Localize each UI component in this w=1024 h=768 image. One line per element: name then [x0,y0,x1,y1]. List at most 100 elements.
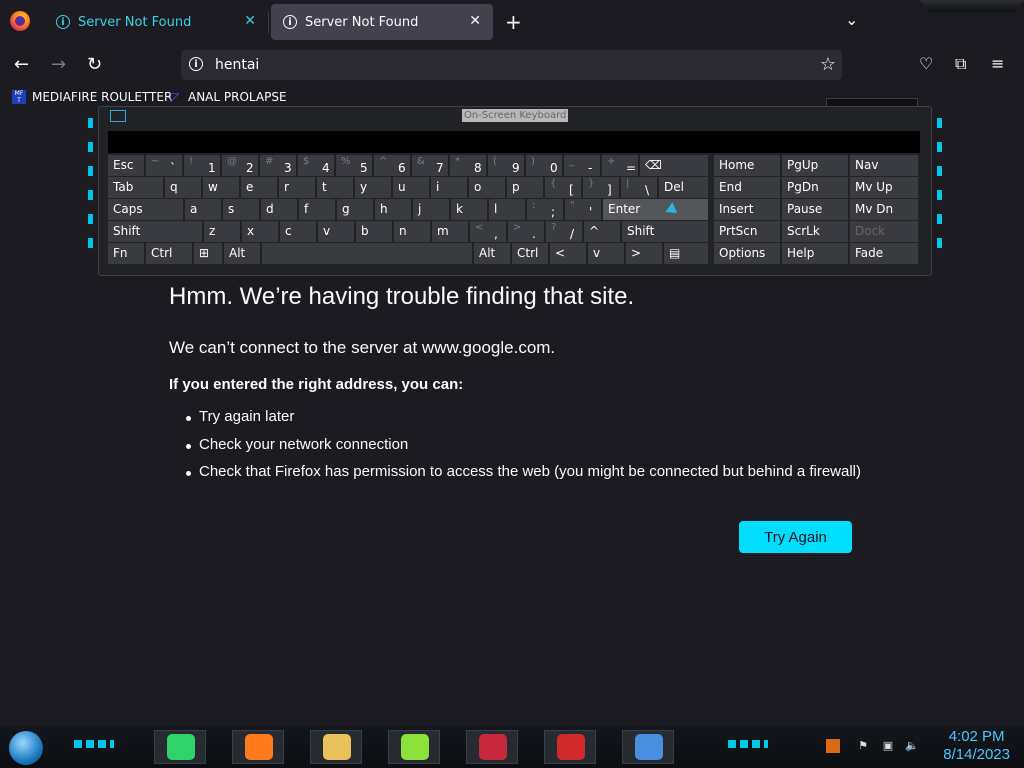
osk-key-mv-up[interactable]: Mv Up [850,177,918,198]
osk-key-c[interactable]: c [280,221,316,242]
reload-icon[interactable]: ↻ [87,54,102,75]
osk-key-4[interactable]: $4 [298,155,334,176]
osk-key-mv-dn[interactable]: Mv Dn [850,199,918,220]
taskbar-app-lime-app[interactable] [388,730,440,764]
osk-key-fade[interactable]: Fade [850,243,918,264]
osk-key-esc[interactable]: Esc [108,155,144,176]
chevron-down-icon[interactable]: ⌄ [845,10,858,29]
osk-key-pgup[interactable]: PgUp [782,155,848,176]
osk-key-enter[interactable]: Enter [603,199,708,220]
osk-key-k[interactable]: k [451,199,487,220]
osk-key-2f[interactable]: ? / [546,221,582,242]
osk-key-options[interactable]: Options [714,243,780,264]
osk-key-del[interactable]: Del [659,177,708,198]
extensions-icon[interactable]: ⧉ [955,54,966,74]
osk-key-pause[interactable]: Pause [782,199,848,220]
osk-key-m[interactable]: m [432,221,468,242]
osk-key-e[interactable]: e [241,177,277,198]
osk-key-h[interactable]: h [375,199,411,220]
osk-key-1[interactable]: ! 1 [184,155,220,176]
osk-key-l[interactable]: l [489,199,525,220]
tray-app-icon[interactable] [826,739,840,753]
osk-key-5b[interactable]: {[ [545,177,581,198]
osk-key-5d[interactable]: }] [583,177,619,198]
clock[interactable]: 4:02 PM 8/14/2023 [943,728,1010,764]
osk-key-a[interactable]: a [185,199,221,220]
url-bar[interactable]: i hentai ☆ [181,50,842,80]
osk-key-y[interactable]: y [355,177,391,198]
osk-title[interactable]: On-Screen Keyboard [462,109,569,122]
osk-key-w[interactable]: w [203,177,239,198]
taskbar-app-network-app[interactable] [622,730,674,764]
osk-key-6[interactable]: ^ 6 [374,155,410,176]
osk-key-3d[interactable]: + = [602,155,638,176]
osk-key-9[interactable]: (9 [488,155,524,176]
osk-key-i[interactable]: i [431,177,467,198]
osk-key-b[interactable]: b [356,221,392,242]
osk-key-3b[interactable]: :; [527,199,563,220]
taskbar-app-file-explorer[interactable] [310,730,362,764]
osk-key-g[interactable]: g [337,199,373,220]
osk-key-alt[interactable]: Alt [224,243,260,264]
bookmark-star-icon[interactable]: ☆ [820,54,836,75]
osk-key-help[interactable]: Help [782,243,848,264]
osk-key-2c[interactable]: <, [470,221,506,242]
flag-icon[interactable]: ⚑ [856,739,870,753]
osk-key-232b[interactable]: ⌫ [640,155,708,176]
osk-key-nav[interactable]: Nav [850,155,918,176]
osk-key-ctrl[interactable]: Ctrl [146,243,192,264]
taskbar-app-monitor-app[interactable] [466,730,518,764]
taskbar-app-firefox[interactable] [232,730,284,764]
osk-key-25a4[interactable]: ▤ [664,243,708,264]
osk-key-r[interactable]: r [279,177,315,198]
taskbar-app-notes-app[interactable] [154,730,206,764]
osk-key-ctrl[interactable]: Ctrl [512,243,548,264]
try-again-button[interactable]: Try Again [739,521,852,553]
osk-key-caps[interactable]: Caps [108,199,183,220]
tab-server-not-found-1[interactable]: i Server Not Found ✕ [44,4,269,40]
osk-key-7[interactable]: & 7 [412,155,448,176]
osk-key-end[interactable]: End [714,177,780,198]
osk-key-z[interactable]: z [204,221,240,242]
osk-key-scrlk[interactable]: ScrLk [782,221,848,242]
osk-key-2[interactable]: @2 [222,155,258,176]
osk-key-n[interactable]: n [394,221,430,242]
osk-key-v[interactable]: v [318,221,354,242]
osk-key-3[interactable]: #3 [260,155,296,176]
back-arrow-icon[interactable]: ← [14,54,29,75]
taskbar-app-red-app[interactable] [544,730,596,764]
osk-key-tab[interactable]: Tab [108,177,163,198]
osk-key-fn[interactable]: Fn [108,243,144,264]
osk-key-0[interactable]: ) 0 [526,155,562,176]
tab-close-icon[interactable]: ✕ [469,13,481,29]
osk-key-prtscn[interactable]: PrtScn [714,221,780,242]
osk-key-alt[interactable]: Alt [474,243,510,264]
tab-close-icon[interactable]: ✕ [244,13,256,29]
osk-key-v[interactable]: v [588,243,624,264]
start-button[interactable] [9,731,43,765]
firefox-view-icon[interactable] [10,11,30,31]
new-tab-icon[interactable]: + [505,10,522,34]
osk-key-5e[interactable]: ^ [584,221,620,242]
menu-icon[interactable]: ≡ [991,54,1004,73]
osk-key-u[interactable]: u [393,177,429,198]
tab-server-not-found-2[interactable]: i Server Not Found ✕ [271,4,493,40]
osk-key-shift[interactable]: Shift [108,221,202,242]
osk-key-space[interactable] [262,243,472,264]
volume-icon[interactable]: 🔈 [905,739,919,753]
osk-key-q[interactable]: q [165,177,201,198]
osk-key-shift[interactable]: Shift [622,221,708,242]
osk-key-5[interactable]: % 5 [336,155,372,176]
osk-key-27[interactable]: " ' [565,199,601,220]
osk-key-dock[interactable]: Dock [850,221,918,242]
site-info-icon[interactable]: i [189,57,203,71]
osk-key-j[interactable]: j [413,199,449,220]
osk-key-s[interactable]: s [223,199,259,220]
osk-key-pgdn[interactable]: PgDn [782,177,848,198]
osk-key-229e[interactable]: ⊞ [194,243,222,264]
osk-key-d[interactable]: d [261,199,297,220]
pocket-icon[interactable]: ♡ [919,54,933,73]
osk-key-p[interactable]: p [507,177,543,198]
osk-key-home[interactable]: Home [714,155,780,176]
osk-key-60[interactable]: ~ ` [146,155,182,176]
